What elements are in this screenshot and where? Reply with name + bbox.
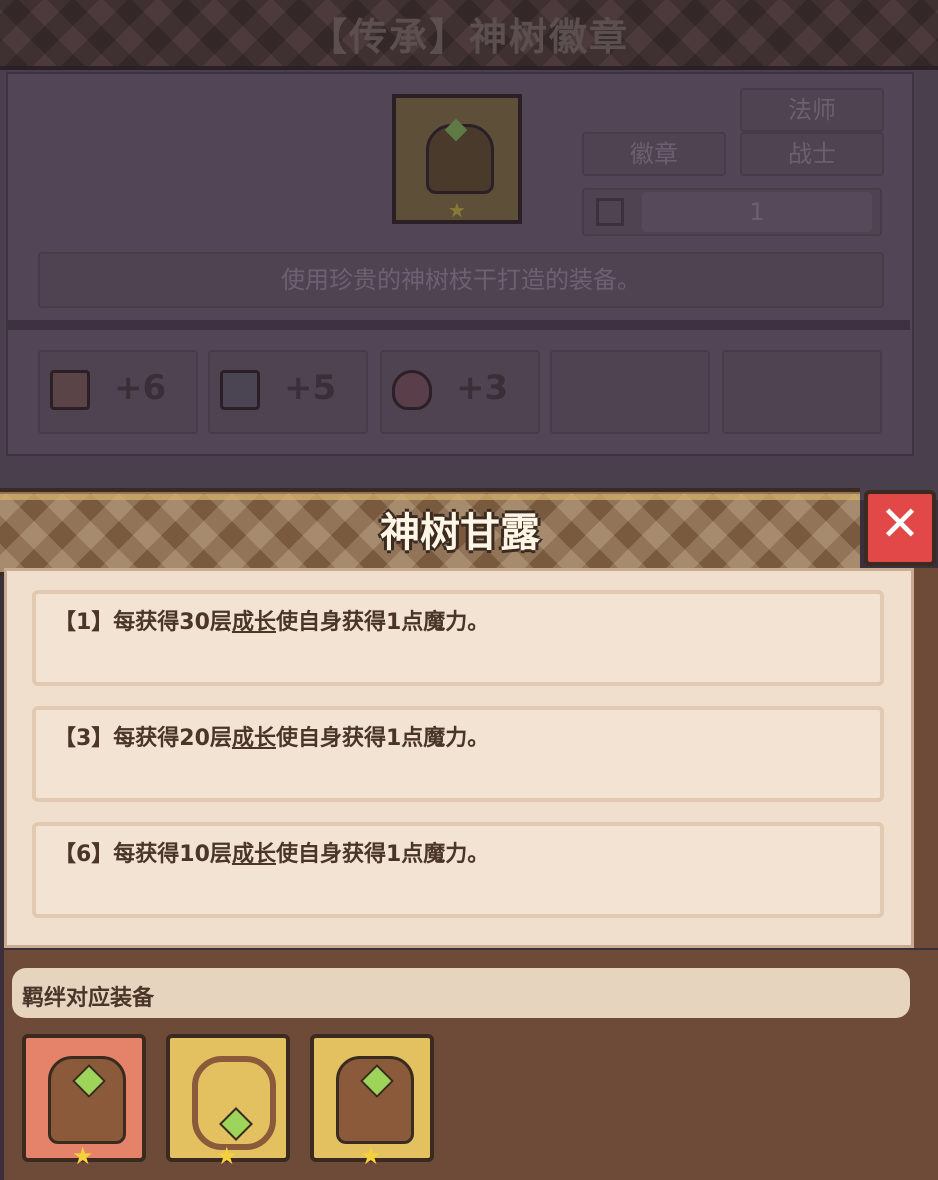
stat-slot-health: +3 bbox=[380, 350, 540, 434]
item-badge-icon: ★ bbox=[392, 94, 522, 224]
effect-text: 【6】每获得10层成长使自身获得1点魔力。 bbox=[54, 842, 490, 867]
growth-keyword-link[interactable]: 成长 bbox=[232, 610, 276, 635]
divider bbox=[6, 320, 910, 330]
bond-item-badge[interactable]: ★ bbox=[310, 1034, 434, 1168]
tag-chip-warrior: 战士 bbox=[740, 132, 884, 176]
effect-card-tier-3: 【3】每获得20层成长使自身获得1点魔力。 bbox=[32, 706, 884, 802]
count-row: 1 bbox=[582, 188, 882, 236]
stat-slot-empty bbox=[722, 350, 882, 434]
stat-value: +6 bbox=[114, 368, 167, 408]
shield-icon bbox=[50, 370, 90, 410]
background-item-title: 【传承】神树徽章 bbox=[308, 15, 629, 59]
tag-chip-badge: 徽章 bbox=[582, 132, 726, 176]
bond-item-pouch[interactable]: ★ bbox=[22, 1034, 146, 1168]
stat-slot-magic: +5 bbox=[208, 350, 368, 434]
star-icon: ★ bbox=[72, 1142, 94, 1170]
bond-item-badge-icon bbox=[336, 1056, 414, 1144]
growth-keyword-link[interactable]: 成长 bbox=[232, 842, 276, 867]
tag-chip-mage: 法师 bbox=[740, 88, 884, 132]
effect-text: 【1】每获得30层成长使自身获得1点魔力。 bbox=[54, 610, 490, 635]
stat-value: +5 bbox=[284, 368, 337, 408]
effect-text: 【3】每获得20层成长使自身获得1点魔力。 bbox=[54, 726, 490, 751]
popup-side-border bbox=[914, 568, 938, 948]
stat-slot-empty bbox=[550, 350, 710, 434]
item-description: 使用珍贵的神树枝干打造的装备。 bbox=[38, 252, 884, 308]
count-value: 1 bbox=[642, 192, 872, 232]
close-icon: ✕ bbox=[879, 496, 921, 552]
effect-card-tier-6: 【6】每获得10层成长使自身获得1点魔力。 bbox=[32, 822, 884, 918]
bond-item-necklace-icon bbox=[192, 1056, 276, 1150]
book-icon bbox=[220, 370, 260, 410]
grid-icon bbox=[596, 198, 624, 226]
star-icon: ★ bbox=[360, 1142, 382, 1170]
growth-keyword-link[interactable]: 成长 bbox=[232, 726, 276, 751]
popup-title: 神树甘露 bbox=[380, 510, 540, 556]
bond-item-necklace[interactable]: ★ bbox=[166, 1034, 290, 1168]
effect-card-tier-1: 【1】每获得30层成长使自身获得1点魔力。 bbox=[32, 590, 884, 686]
star-icon: ★ bbox=[216, 1142, 238, 1170]
heart-icon bbox=[392, 370, 432, 410]
close-button[interactable]: ✕ bbox=[864, 490, 936, 566]
bond-item-pouch-icon bbox=[48, 1056, 126, 1144]
stat-value: +3 bbox=[456, 368, 509, 408]
bond-equipment-label: 羁绊对应装备 bbox=[22, 986, 155, 1011]
stat-slot-defense: +6 bbox=[38, 350, 198, 434]
